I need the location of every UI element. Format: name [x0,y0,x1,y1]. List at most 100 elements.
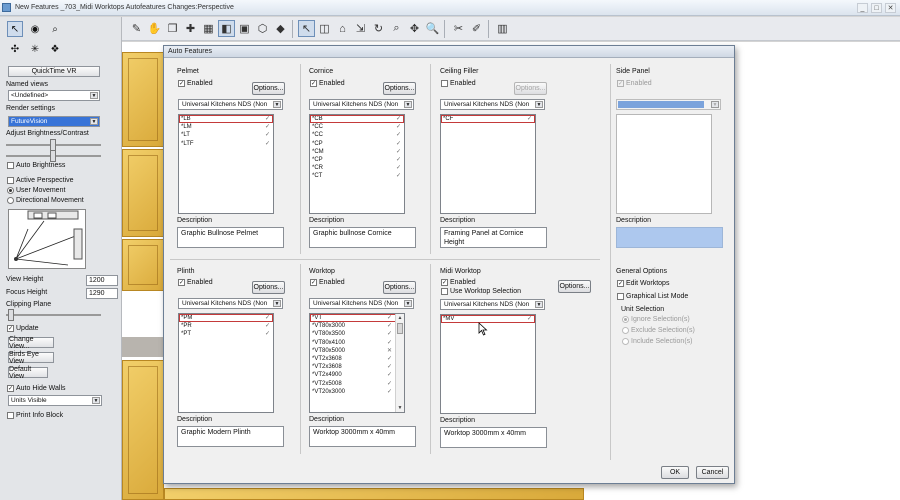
list-item[interactable]: *CT ✓ [310,172,404,180]
pelmet-enabled-checkbox[interactable]: ✓ Enabled [178,80,213,87]
midi-worktop-enabled-checkbox[interactable]: ✓ Enabled [441,279,476,286]
worktop-options-button[interactable]: Options... [383,281,416,294]
frame-icon[interactable]: ◫ [316,20,333,37]
grid-icon[interactable]: ▦ [200,20,217,37]
plinth-description-field[interactable]: Graphic Modern Plinth [177,426,284,447]
cube-icon[interactable]: ⬡ [254,20,271,37]
tools-icon[interactable]: ✂ [450,20,467,37]
named-views-select[interactable]: <Undefined> ▼ [8,90,100,101]
ceiling-filler-code-list[interactable]: *CF ✓ [440,114,536,214]
change-view-button[interactable]: Change View... [8,336,54,350]
side-panel-description-field[interactable] [616,227,723,248]
midi-worktop-catalogue-select[interactable]: Universal Kitchens NDS (Non ▼ [440,299,545,310]
sphere-icon[interactable]: ◉ [27,21,43,37]
render-settings-select[interactable]: FutureVision ▼ [8,116,100,127]
scroll-up-icon[interactable]: ▲ [396,314,404,322]
close-button[interactable]: ✕ [885,3,896,13]
magnify-icon[interactable]: 🔍 [424,20,441,37]
midi-worktop-description-field[interactable]: Worktop 3000mm x 40mm [440,427,547,448]
ceiling-filler-options-button[interactable]: Options... [514,82,547,95]
cornice-enabled-checkbox[interactable]: ✓ Enabled [310,80,345,87]
ceiling-filler-description-field[interactable]: Framing Panel at Cornice Height [440,227,547,248]
list-item[interactable]: *PR ✓ [179,322,273,330]
zoom-icon[interactable]: ⌕ [388,20,405,37]
list-item[interactable]: *VT80x3000 ✓ [310,322,404,330]
list-item[interactable]: *CM ✓ [310,148,404,156]
scroll-thumb[interactable] [397,323,403,334]
pelmet-options-button[interactable]: Options... [252,82,285,95]
view-height-input[interactable]: 1200 [86,275,118,286]
list-item[interactable]: *CC ✓ [310,123,404,131]
select-tool-icon[interactable]: ↖ [7,21,23,37]
worktop-enabled-checkbox[interactable]: ✓ Enabled [310,279,345,286]
minimize-button[interactable]: _ [857,3,868,13]
list-item[interactable]: *VT2x5008 ✓ [310,380,404,388]
brush-icon[interactable]: ✐ [468,20,485,37]
pencil-icon[interactable]: ✎ [128,20,145,37]
cornice-options-button[interactable]: Options... [383,82,416,95]
pointer-icon[interactable]: ↖ [298,20,315,37]
focus-height-input[interactable]: 1290 [86,288,118,299]
list-item[interactable]: *VT20x3000 ✓ [310,388,404,396]
user-movement-radio[interactable]: User Movement [7,187,65,194]
use-worktop-selection-checkbox[interactable]: Use Worktop Selection [441,288,521,295]
list-item[interactable]: *PM ✓ [179,314,273,323]
box-icon[interactable]: ▣ [236,20,253,37]
update-checkbox[interactable]: ✓ Update [7,325,39,332]
default-view-button[interactable]: Default View [8,366,48,380]
plinth-enabled-checkbox[interactable]: ✓ Enabled [178,279,213,286]
list-item[interactable]: *PT ✓ [179,330,273,338]
plinth-options-button[interactable]: Options... [252,281,285,294]
maximize-button[interactable]: □ [871,3,882,13]
pelmet-code-list[interactable]: *LB ✓ *LM ✓ *LT ✓ *LTF ✓ [178,114,274,214]
quicktime-vr-button[interactable]: QuickTime VR [8,66,100,77]
birds-eye-view-button[interactable]: Birds Eye View [8,351,54,365]
list-item[interactable]: *VT80x3500 ✓ [310,330,404,338]
rotate-icon[interactable]: ↻ [370,20,387,37]
pan-icon[interactable]: ✥ [406,20,423,37]
add-icon[interactable]: ✚ [182,20,199,37]
hand-icon[interactable]: ✋ [146,20,163,37]
worktop-description-field[interactable]: Worktop 3000mm x 40mm [309,426,416,447]
edit-worktops-checkbox[interactable]: ✓ Edit Worktops [617,280,669,287]
pelmet-description-field[interactable]: Graphic Bullnose Pelmet [177,227,284,248]
list-item[interactable]: *VT2x4900 ✓ [310,371,404,379]
graphical-list-mode-checkbox[interactable]: Graphical List Mode [617,293,688,300]
pelmet-catalogue-select[interactable]: Universal Kitchens NDS (Non ▼ [178,99,283,110]
cornice-code-list[interactable]: *CB ✓ *CC ✓ *CC ✓ *CP ✓ *CM ✓ *CP ✓ *CR ✓ *CT ✓ [309,114,405,214]
scroll-down-icon[interactable]: ▼ [396,404,404,412]
diamond-icon[interactable]: ◆ [272,20,289,37]
list-item[interactable]: *VT80x4100 ✓ [310,339,404,347]
list-item[interactable]: *LM ✓ [179,123,273,131]
list-item[interactable]: *VT80x5000 ✕ [310,347,404,355]
list-item[interactable]: *LT ✓ [179,131,273,139]
contrast-slider[interactable] [6,150,101,162]
list-item[interactable]: *CP ✓ [310,140,404,148]
midi-worktop-code-list[interactable]: *MV ✓ [440,314,536,414]
ceiling-filler-enabled-checkbox[interactable]: Enabled [441,80,476,87]
units-visible-select[interactable]: Units Visible ▼ [8,395,102,406]
auto-brightness-checkbox[interactable]: Auto Brightness [7,162,65,169]
ok-button[interactable]: OK [661,466,689,479]
side-panel-code-list[interactable] [616,114,712,214]
worktop-code-list[interactable]: *VT ✓ *VT80x3000 ✓ *VT80x3500 ✓ *VT80x4100 ✓… [309,313,405,413]
active-perspective-checkbox[interactable]: Active Perspective [7,177,74,184]
auto-hide-walls-checkbox[interactable]: ✓ Auto Hide Walls [7,385,66,392]
list-item[interactable]: *CB ✓ [310,115,404,124]
list-item[interactable]: *CF ✓ [441,115,535,124]
list-item[interactable]: *VT2x3608 ✓ [310,363,404,371]
fly-icon[interactable]: ❖ [47,41,63,57]
plinth-code-list[interactable]: *PM ✓ *PR ✓ *PT ✓ [178,313,274,413]
clipping-plane-slider[interactable] [6,309,101,321]
library-icon[interactable]: ▥ [494,20,511,37]
ceiling-filler-catalogue-select[interactable]: Universal Kitchens NDS (Non ▼ [440,99,545,110]
exclude-selection-radio[interactable]: Exclude Selection(s) [622,327,695,334]
print-info-block-checkbox[interactable]: Print Info Block [7,412,63,419]
list-item[interactable]: *LTF ✓ [179,140,273,148]
copy-icon[interactable]: ❐ [164,20,181,37]
view-icon[interactable]: ◧ [218,20,235,37]
include-selection-radio[interactable]: Include Selection(s) [622,338,692,345]
list-item[interactable] [310,396,404,404]
midi-worktop-options-button[interactable]: Options... [558,280,591,293]
list-item[interactable]: *MV ✓ [441,315,535,324]
